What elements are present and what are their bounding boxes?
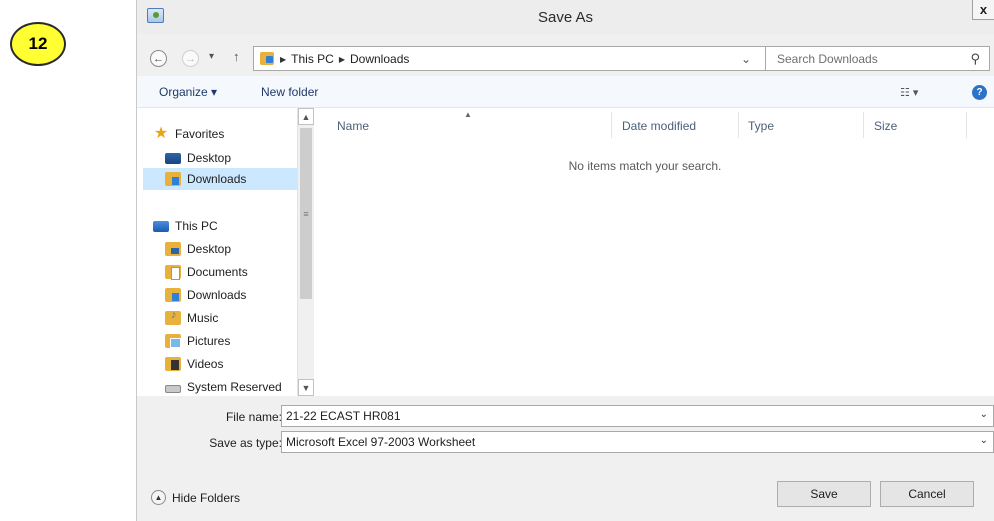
save-button[interactable]: Save xyxy=(777,481,871,507)
sidebar-item-label: Downloads xyxy=(187,172,247,186)
star-icon: ★ xyxy=(153,125,169,142)
recent-locations-chevron-icon[interactable]: ▾ xyxy=(209,51,214,62)
downloads-folder-icon xyxy=(260,52,274,65)
navigation-pane-scrollbar[interactable]: ▲ ≡ ▼ xyxy=(297,108,314,396)
music-folder-icon xyxy=(165,309,181,325)
save-as-type-select[interactable]: Microsoft Excel 97-2003 Worksheet ⌄ xyxy=(281,431,994,453)
sidebar-item-favorites[interactable]: ★ Favorites xyxy=(153,123,225,145)
breadcrumb-downloads[interactable]: Downloads xyxy=(350,52,409,66)
empty-list-message: No items match your search. xyxy=(568,159,722,173)
new-folder-button[interactable]: New folder xyxy=(261,85,318,99)
search-icon[interactable]: ⚲ xyxy=(970,51,980,67)
navigation-pane: ★ Favorites Desktop Downloads This PC De… xyxy=(137,108,297,396)
help-icon[interactable]: ? xyxy=(972,85,987,100)
save-as-type-label: Save as type: xyxy=(209,436,282,450)
scroll-down-icon[interactable]: ▼ xyxy=(298,379,314,396)
sidebar-item-label: Videos xyxy=(187,357,224,371)
view-options-icon[interactable]: ☷ ▾ xyxy=(900,86,918,99)
column-header-name[interactable]: Name xyxy=(337,119,369,133)
column-header-row: ▲ Name Date modified Type Size xyxy=(315,108,974,142)
hide-folders-label: Hide Folders xyxy=(172,490,241,505)
sidebar-item-label: Documents xyxy=(187,265,248,279)
column-divider[interactable] xyxy=(863,112,864,138)
column-divider[interactable] xyxy=(966,112,967,138)
file-name-label: File name: xyxy=(225,410,282,424)
chevron-down-icon[interactable]: ⌄ xyxy=(980,409,988,420)
chevron-down-icon[interactable]: ⌄ xyxy=(980,435,988,446)
hide-folders-toggle[interactable]: ▲ Hide Folders xyxy=(151,490,240,505)
sidebar-item-videos[interactable]: Videos xyxy=(165,353,223,375)
scrollbar-thumb[interactable]: ≡ xyxy=(300,128,312,299)
search-box: ⚲ xyxy=(765,46,990,71)
search-input[interactable] xyxy=(766,47,956,70)
save-fields: File name: 21-22 ECAST HR081 ⌄ Save as t… xyxy=(137,396,994,461)
sidebar-item-label: Favorites xyxy=(175,127,225,141)
column-divider[interactable] xyxy=(738,112,739,138)
documents-folder-icon xyxy=(165,265,181,280)
sidebar-item-system-reserved[interactable]: System Reserved xyxy=(165,376,282,396)
sidebar-item-this-pc[interactable]: This PC xyxy=(153,215,218,237)
sort-ascending-icon: ▲ xyxy=(464,110,472,119)
column-divider[interactable] xyxy=(611,112,612,138)
column-header-size[interactable]: Size xyxy=(874,119,897,133)
file-name-value: 21-22 ECAST HR081 xyxy=(286,409,401,423)
address-dropdown-icon[interactable]: ⌄ xyxy=(741,52,751,66)
navigation-bar: ← → ▾ ↑ ▶ This PC ▶ Downloads ⌄ ↻ ⚲ xyxy=(137,34,994,76)
save-as-type-value: Microsoft Excel 97-2003 Worksheet xyxy=(286,435,476,449)
button-bar: ▲ Hide Folders Save Cancel xyxy=(137,461,994,521)
cancel-button[interactable]: Cancel xyxy=(880,481,974,507)
sidebar-item-label: Music xyxy=(187,311,219,325)
drive-icon xyxy=(165,385,181,393)
file-name-field[interactable]: 21-22 ECAST HR081 ⌄ xyxy=(281,405,994,427)
pictures-folder-icon xyxy=(165,334,181,348)
organize-menu-button[interactable]: Organize ▾ xyxy=(159,85,217,99)
file-list[interactable]: ▲ Name Date modified Type Size No items … xyxy=(315,108,994,396)
downloads-folder-icon xyxy=(165,288,181,302)
address-bar[interactable]: ▶ This PC ▶ Downloads ⌄ ↻ xyxy=(253,46,792,71)
sidebar-item-pc-desktop[interactable]: Desktop xyxy=(165,238,231,260)
sidebar-item-pc-downloads[interactable]: Downloads xyxy=(165,284,246,306)
breadcrumb-separator-icon: ▶ xyxy=(338,54,345,64)
sidebar-item-label: This PC xyxy=(175,219,218,233)
sidebar-item-documents[interactable]: Documents xyxy=(165,261,248,283)
desktop-icon xyxy=(165,152,181,164)
back-button[interactable]: ← xyxy=(150,50,167,67)
sidebar-item-label: System Reserved xyxy=(187,380,282,394)
browser-area: ★ Favorites Desktop Downloads This PC De… xyxy=(137,108,994,396)
command-toolbar: Organize ▾ New folder ☷ ▾ ? xyxy=(137,76,994,108)
breadcrumb: ▶ This PC ▶ Downloads xyxy=(280,52,409,66)
sidebar-item-label: Desktop xyxy=(187,242,232,256)
close-button[interactable]: x xyxy=(972,0,994,20)
sidebar-item-desktop[interactable]: Desktop xyxy=(165,147,231,169)
computer-icon xyxy=(153,220,169,232)
column-header-type[interactable]: Type xyxy=(748,119,774,133)
breadcrumb-this-pc[interactable]: This PC xyxy=(291,52,334,66)
save-as-dialog: Save As x ← → ▾ ↑ ▶ This PC ▶ Downloads … xyxy=(136,0,994,521)
sidebar-item-label: Desktop xyxy=(187,151,232,165)
step-number-badge: 12 xyxy=(10,22,66,66)
column-header-date-modified[interactable]: Date modified xyxy=(622,119,696,133)
videos-folder-icon xyxy=(165,357,181,371)
sidebar-item-music[interactable]: Music xyxy=(165,307,218,329)
downloads-folder-icon xyxy=(165,172,181,186)
scroll-up-icon[interactable]: ▲ xyxy=(298,108,314,125)
desktop-folder-icon xyxy=(165,242,181,256)
dialog-title: Save As xyxy=(537,9,594,26)
sidebar-item-label: Downloads xyxy=(187,288,247,302)
sidebar-item-pictures[interactable]: Pictures xyxy=(165,330,230,352)
up-arrow-icon[interactable]: ↑ xyxy=(233,49,240,64)
forward-button[interactable]: → xyxy=(182,50,199,67)
title-bar: Save As x xyxy=(137,0,994,34)
collapse-up-icon: ▲ xyxy=(151,490,166,505)
sidebar-item-downloads[interactable]: Downloads xyxy=(143,168,297,190)
sidebar-item-label: Pictures xyxy=(187,334,231,348)
breadcrumb-separator-icon: ▶ xyxy=(280,54,287,64)
